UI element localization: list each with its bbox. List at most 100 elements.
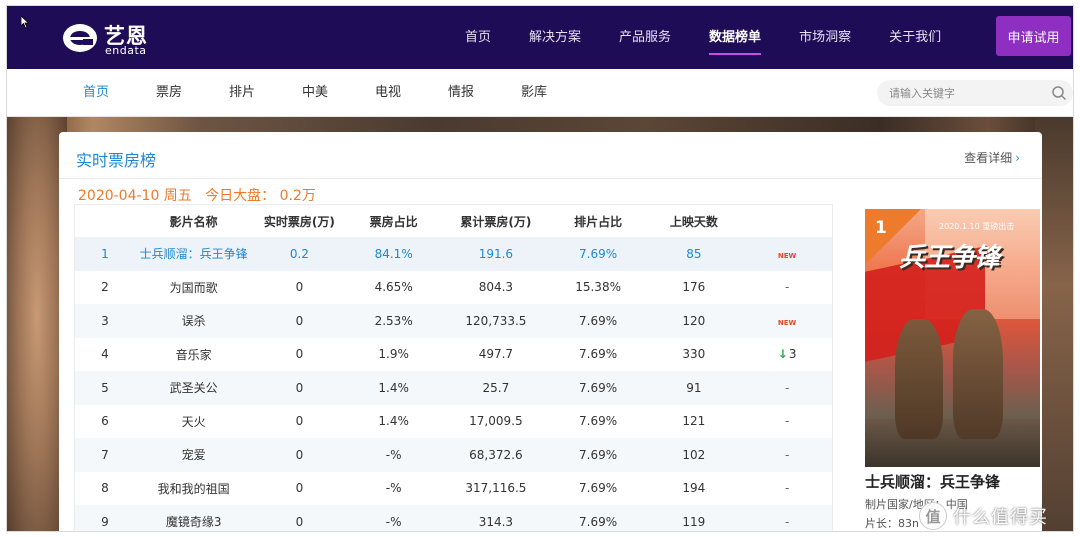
sub-nav-item[interactable]: 情报: [448, 69, 521, 117]
sub-nav-item[interactable]: 中美: [302, 69, 375, 117]
sub-nav-menu: 首页 票房 排片 中美 电视 情报 影库: [83, 69, 594, 117]
table-cell-days: 194: [682, 481, 706, 496]
table-row[interactable]: 3 误杀 0 2.53% 120,733.5 7.69% 120 NEW: [75, 304, 832, 338]
top-nav-item[interactable]: 市场洞察: [799, 6, 851, 69]
top-nav-item[interactable]: 关于我们: [889, 6, 941, 69]
table-cell-trend: -: [784, 414, 790, 429]
table-cell-screen-share: 7.69%: [579, 447, 618, 462]
table-cell-total: 17,009.5: [469, 414, 523, 429]
table-cell-days: 91: [686, 380, 702, 395]
table-cell-realtime: 0: [295, 414, 304, 429]
table-cell-rank: 9: [101, 514, 109, 529]
table-cell-total: 314.3: [478, 514, 514, 529]
table-row[interactable]: 6 天火 0 1.4% 17,009.5 7.69% 121 -: [75, 405, 832, 439]
table-cell-share: -%: [385, 514, 402, 529]
movie-name-link[interactable]: 误杀: [135, 312, 253, 329]
table-row[interactable]: 4 音乐家 0 1.9% 497.7 7.69% 330 ↓3: [75, 338, 832, 372]
table-cell-trend: ↓3: [742, 347, 832, 361]
search-icon[interactable]: [1051, 85, 1067, 101]
sub-nav-item[interactable]: 首页: [83, 69, 156, 117]
soldier-figure: [953, 309, 1003, 439]
column-header: 上映天数: [669, 214, 718, 229]
top-nav-item[interactable]: 数据榜单: [709, 6, 762, 69]
table-cell-realtime: 0: [295, 514, 304, 529]
top-nav-item[interactable]: 首页: [465, 6, 491, 69]
sub-nav-item[interactable]: 影库: [521, 69, 594, 117]
view-details-link[interactable]: 查看详细 ›: [964, 149, 1020, 166]
table-cell-trend: -: [784, 280, 790, 295]
movie-name-link[interactable]: 我和我的祖国: [135, 480, 253, 497]
sub-nav: 首页 票房 排片 中美 电视 情报 影库: [7, 69, 1073, 117]
rank-down-indicator: ↓3: [777, 347, 797, 362]
column-header: 影片名称: [169, 214, 218, 229]
movie-name-link[interactable]: 为国而歌: [135, 279, 253, 296]
table-cell-share: 2.53%: [374, 313, 413, 328]
table-cell-realtime: 0: [295, 481, 304, 496]
table-cell-rank: 4: [101, 347, 109, 362]
brand-logo[interactable]: 艺恩 endata: [61, 18, 171, 58]
new-badge: NEW: [777, 318, 797, 327]
table-cell-screen-share: 7.69%: [579, 246, 618, 261]
column-header: 实时票房(万): [263, 214, 335, 229]
column-header: 票房占比: [369, 214, 418, 229]
market-value: 0.2万: [279, 188, 316, 204]
table-cell-realtime: 0: [295, 280, 304, 295]
summary-date: 2020-04-10 周五: [78, 188, 192, 204]
table-cell-screen-share: 7.69%: [579, 481, 618, 496]
section-title: 实时票房榜: [76, 151, 157, 170]
poster-release-date: 2020.1.10 重磅出击: [939, 222, 1015, 231]
watermark-text: 什么值得买: [953, 507, 1048, 528]
background-face-image: [7, 117, 67, 531]
table-cell-trend: NEW: [742, 247, 832, 261]
top-nav-item[interactable]: 产品服务: [619, 6, 671, 69]
movie-name-link[interactable]: 宠爱: [135, 446, 253, 463]
featured-movie-poster[interactable]: 1 2020.1.10 重磅出击 兵王争锋: [865, 209, 1040, 467]
movie-name-link[interactable]: 武圣关公: [135, 379, 253, 396]
table-cell-screen-share: 7.69%: [579, 514, 618, 529]
table-cell-realtime: 0: [295, 347, 304, 362]
table-cell-rank: 8: [101, 481, 109, 496]
table-cell-days: 119: [682, 514, 706, 529]
table-cell-share: -%: [385, 447, 402, 462]
new-badge: NEW: [777, 251, 797, 260]
table-row[interactable]: 2 为国而歌 0 4.65% 804.3 15.38% 176 -: [75, 271, 832, 305]
search-box[interactable]: [877, 80, 1073, 106]
featured-movie-length: 片长：83n: [865, 517, 919, 530]
table-cell-screen-share: 7.69%: [579, 380, 618, 395]
mouse-cursor-icon: [21, 16, 29, 28]
table-cell-trend: -: [784, 447, 790, 462]
search-input[interactable]: [889, 84, 1039, 102]
table-cell-days: 102: [682, 447, 706, 462]
column-header: 排片占比: [574, 214, 623, 229]
top-nav-item[interactable]: 解决方案: [529, 6, 581, 69]
brand-name-en: endata: [105, 44, 147, 57]
movie-name-link[interactable]: 音乐家: [135, 346, 253, 363]
table-row[interactable]: 5 武圣关公 0 1.4% 25.7 7.69% 91 -: [75, 371, 832, 405]
table-cell-share: 4.65%: [374, 280, 413, 295]
table-header-row: 影片名称 实时票房(万) 票房占比 累计票房(万) 排片占比 上映天数: [75, 205, 832, 237]
table-cell-days: 121: [682, 414, 706, 429]
table-row[interactable]: 1 士兵顺溜：兵王争锋 0.2 84.1% 191.6 7.69% 85 NEW: [75, 237, 832, 271]
movie-name-link[interactable]: 士兵顺溜：兵王争锋: [135, 245, 253, 262]
featured-movie-title[interactable]: 士兵顺溜：兵王争锋: [865, 471, 1000, 492]
table-row[interactable]: 9 魔镜奇缘3 0 -% 314.3 7.69% 119 -: [75, 505, 832, 531]
movie-name-link[interactable]: 魔镜奇缘3: [135, 513, 253, 530]
table-cell-screen-share: 7.69%: [579, 414, 618, 429]
table-cell-realtime: 0: [295, 380, 304, 395]
table-cell-total: 317,116.5: [465, 481, 527, 496]
sub-nav-item[interactable]: 排片: [229, 69, 302, 117]
sub-nav-item[interactable]: 电视: [375, 69, 448, 117]
table-cell-share: 1.9%: [378, 347, 409, 362]
table-cell-trend: NEW: [742, 314, 832, 328]
sub-nav-item[interactable]: 票房: [156, 69, 229, 117]
realtime-box-office-card: 实时票房榜 查看详细 › 2020-04-10 周五 今日大盘： 0.2万 影片名…: [59, 132, 1042, 531]
table-cell-share: 1.4%: [378, 414, 409, 429]
movie-name-link[interactable]: 天火: [135, 413, 253, 430]
table-cell-total: 25.7: [482, 380, 510, 395]
table-row[interactable]: 7 宠爱 0 -% 68,372.6 7.69% 102 -: [75, 438, 832, 472]
endata-logo-icon: [63, 24, 97, 52]
table-row[interactable]: 8 我和我的祖国 0 -% 317,116.5 7.69% 194 -: [75, 472, 832, 506]
apply-trial-button[interactable]: 申请试用: [996, 16, 1071, 56]
table-cell-screen-share: 7.69%: [579, 347, 618, 362]
poster-title: 兵王争锋: [899, 243, 1000, 273]
